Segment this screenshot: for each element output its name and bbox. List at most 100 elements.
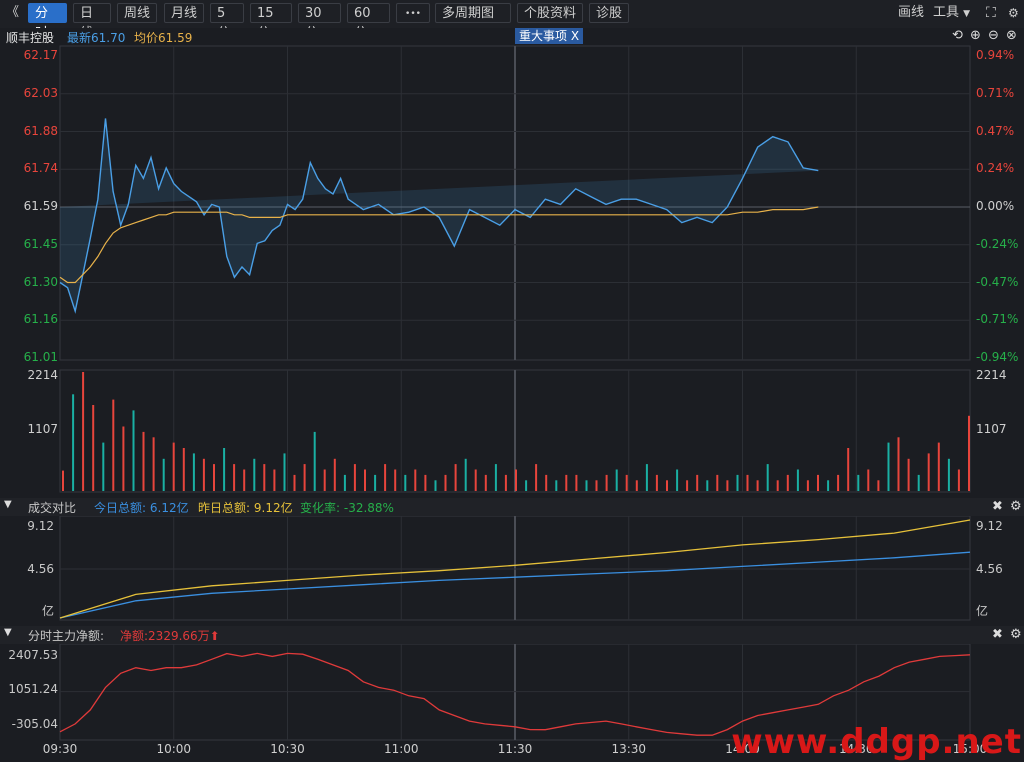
turnover-axis-top-right: 9.12 [976,519,1003,533]
volume-bar [565,474,568,491]
collapse-icon[interactable]: ▼ [4,499,12,510]
volume-bar [877,480,880,491]
volume-bar [152,437,155,491]
volume-bar [494,464,497,491]
volume-bar [484,474,487,491]
price-tick-left: 61.88 [23,123,58,138]
volume-bar [303,464,306,491]
arrow-up-icon: ⬆ [209,629,220,643]
time-tick: 10:30 [270,742,305,756]
price-tick-left: 62.03 [23,85,58,100]
volume-bar [595,480,598,491]
netflow-header: ▼ 分时主力净额: 净额:2329.66万⬆ ✖ ⚙ [0,626,1024,644]
price-tick-left: 61.74 [23,161,58,176]
time-tick: 11:30 [497,742,533,756]
volume-bar [132,410,135,491]
netflow-axis-mid: 1051.24 [8,682,58,696]
close-icon[interactable]: ✖ [992,499,1003,514]
volume-bar [414,469,417,491]
volume-axis-top-right: 2214 [976,368,1007,382]
netflow-axis-bottom: -305.04 [11,717,58,731]
yesterday-value: 9.12亿 [253,501,293,515]
volume-bar [525,480,528,491]
volume-bar [434,480,437,491]
volume-bar [897,437,900,491]
volume-bar [746,474,749,491]
volume-bar [706,480,709,491]
volume-bar [676,469,679,491]
volume-bar [343,474,346,491]
volume-bar [917,474,920,491]
volume-bar [122,426,125,491]
volume-bar [374,474,377,491]
time-tick: 09:30 [42,742,78,756]
volume-bar [172,442,175,491]
turnover-axis-mid-right: 4.56 [976,562,1003,576]
volume-bar [233,464,236,491]
volume-bar [947,458,950,491]
volume-bar [293,474,296,491]
volume-bar [555,480,558,491]
net-value: 2329.66万 [148,629,210,643]
price-tick-right: -0.94% [976,350,1019,364]
turnover-axis-top-left: 9.12 [27,519,54,533]
volume-bar [112,399,115,491]
change-value: -32.88% [343,501,394,515]
volume-bar [263,464,266,491]
price-tick-left: 61.01 [23,350,58,364]
settings-icon[interactable]: ⚙ [1010,627,1022,642]
price-tick-right: 0.94% [976,48,1015,62]
price-tick-right: -0.24% [976,236,1019,251]
today-value: 6.12亿 [149,501,189,515]
price-tick-right: 0.47% [976,123,1015,138]
price-tick-right: 0.00% [976,199,1015,213]
turnover-axis-mid-left: 4.56 [27,562,54,576]
volume-bar [736,474,739,491]
volume-bar [867,469,870,491]
collapse-icon[interactable]: ▼ [4,627,12,638]
turnover-header: ▼ 成交对比 今日总额: 6.12亿 昨日总额: 9.12亿 变化率: -32.… [0,498,1024,516]
volume-bar [202,458,205,491]
time-tick: 13:30 [611,742,647,756]
netflow-axis-top: 2407.53 [8,648,58,662]
volume-bar [806,480,809,491]
volume-bar [756,480,759,491]
volume-bar [333,458,336,491]
time-tick: 11:00 [383,742,419,756]
turnover-title: 成交对比 [28,501,77,515]
volume-bar [223,448,226,491]
settings-icon[interactable]: ⚙ [1010,499,1022,514]
volume-bar [796,469,799,491]
volume-bar [968,415,970,491]
volume-bar [907,458,910,491]
change-label: 变化率: [300,501,341,515]
price-tick-left: 61.45 [23,236,58,251]
price-tick-right: 0.71% [976,85,1015,100]
close-icon[interactable]: ✖ [992,627,1003,642]
volume-bar [182,448,185,491]
volume-bar [394,469,397,491]
volume-bar [162,458,165,491]
volume-bar [645,464,648,491]
volume-bar [142,431,145,491]
volume-bar [313,431,316,491]
volume-bar [615,469,618,491]
volume-bar [786,474,789,491]
price-tick-left: 61.16 [23,312,58,327]
price-tick-left: 61.59 [23,199,58,213]
volume-bar [102,442,105,491]
price-tick-left: 61.30 [23,274,58,289]
volume-bar [716,474,719,491]
volume-bar [686,480,689,491]
volume-bar [545,474,548,491]
volume-bar [726,480,729,491]
volume-bar [635,480,638,491]
volume-bar [887,442,890,491]
volume-bar [827,480,830,491]
time-tick: 10:00 [156,742,192,756]
volume-bar [666,480,668,491]
netflow-title: 分时主力净额: [28,629,105,643]
volume-bar [776,480,779,491]
volume-bar [474,469,477,491]
turnover-axis-unit-left: 亿 [41,604,54,618]
